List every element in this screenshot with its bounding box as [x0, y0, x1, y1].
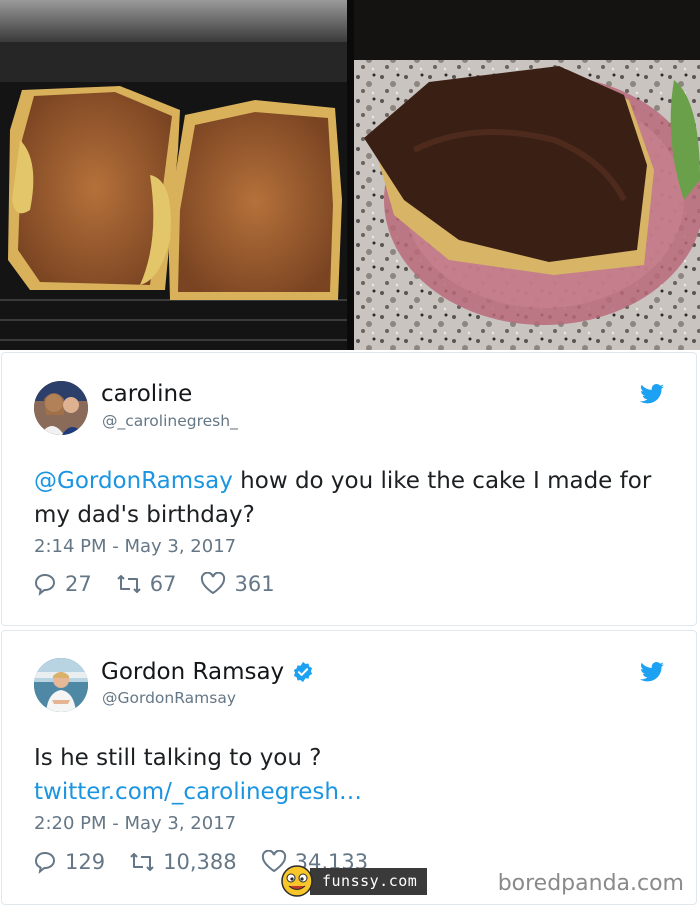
reply-count: 129	[65, 850, 106, 874]
retweet-action[interactable]: 10,388	[129, 850, 237, 874]
tweet-card-gordon-ramsay[interactable]: Gordon Ramsay @GordonRamsay Is he still …	[1, 630, 697, 905]
tweet-text-body: Is he still talking to you ?	[34, 745, 322, 771]
twitter-bird-icon[interactable]	[640, 383, 664, 405]
frosted-cake-photo	[354, 0, 700, 350]
cake-on-rack-photo	[0, 0, 347, 350]
funssy-watermark: funssy.com	[280, 865, 428, 897]
avatar[interactable]	[34, 381, 88, 435]
reply-count: 27	[65, 572, 92, 596]
display-name[interactable]: Gordon Ramsay	[101, 659, 314, 685]
like-count: 361	[234, 572, 275, 596]
reply-action[interactable]: 129	[33, 850, 105, 874]
tweet-text: @GordonRamsay how do you like the cake I…	[34, 464, 674, 532]
tweet-timestamp[interactable]: 2:20 PM - May 3, 2017	[34, 813, 236, 834]
display-name-text[interactable]: caroline	[101, 381, 192, 407]
retweet-icon	[130, 853, 154, 871]
retweet-count: 10,388	[163, 850, 237, 874]
avatar[interactable]	[34, 658, 88, 712]
tweet-link[interactable]: twitter.com/_carolinegresh…	[34, 775, 674, 809]
reply-icon	[34, 573, 56, 596]
heart-icon	[201, 572, 226, 595]
reply-icon	[34, 851, 56, 874]
retweet-action[interactable]: 67	[116, 572, 177, 596]
funssy-label: funssy.com	[310, 867, 428, 895]
user-handle[interactable]: @GordonRamsay	[102, 689, 236, 707]
tweet-timestamp[interactable]: 2:14 PM - May 3, 2017	[34, 536, 236, 557]
verified-badge-icon	[294, 661, 313, 683]
tweet-text: Is he still talking to you ? twitter.com…	[34, 741, 674, 809]
mention-link[interactable]: @GordonRamsay	[34, 468, 233, 494]
funssy-logo-icon	[281, 865, 313, 897]
retweet-icon	[117, 575, 141, 593]
like-action[interactable]: 361	[200, 572, 275, 596]
twitter-bird-icon[interactable]	[640, 661, 664, 683]
display-name[interactable]: caroline	[101, 381, 192, 407]
reply-action[interactable]: 27	[33, 572, 92, 596]
tweet-card-caroline[interactable]: caroline @_carolinegresh_ @GordonRamsay …	[1, 352, 697, 626]
display-name-text[interactable]: Gordon Ramsay	[101, 659, 284, 685]
user-handle[interactable]: @_carolinegresh_	[102, 412, 238, 430]
boredpanda-watermark: boredpanda.com	[497, 871, 684, 896]
retweet-count: 67	[149, 572, 177, 596]
tweet-actions: 27 67 361	[33, 572, 299, 596]
photo-strip	[0, 0, 700, 350]
